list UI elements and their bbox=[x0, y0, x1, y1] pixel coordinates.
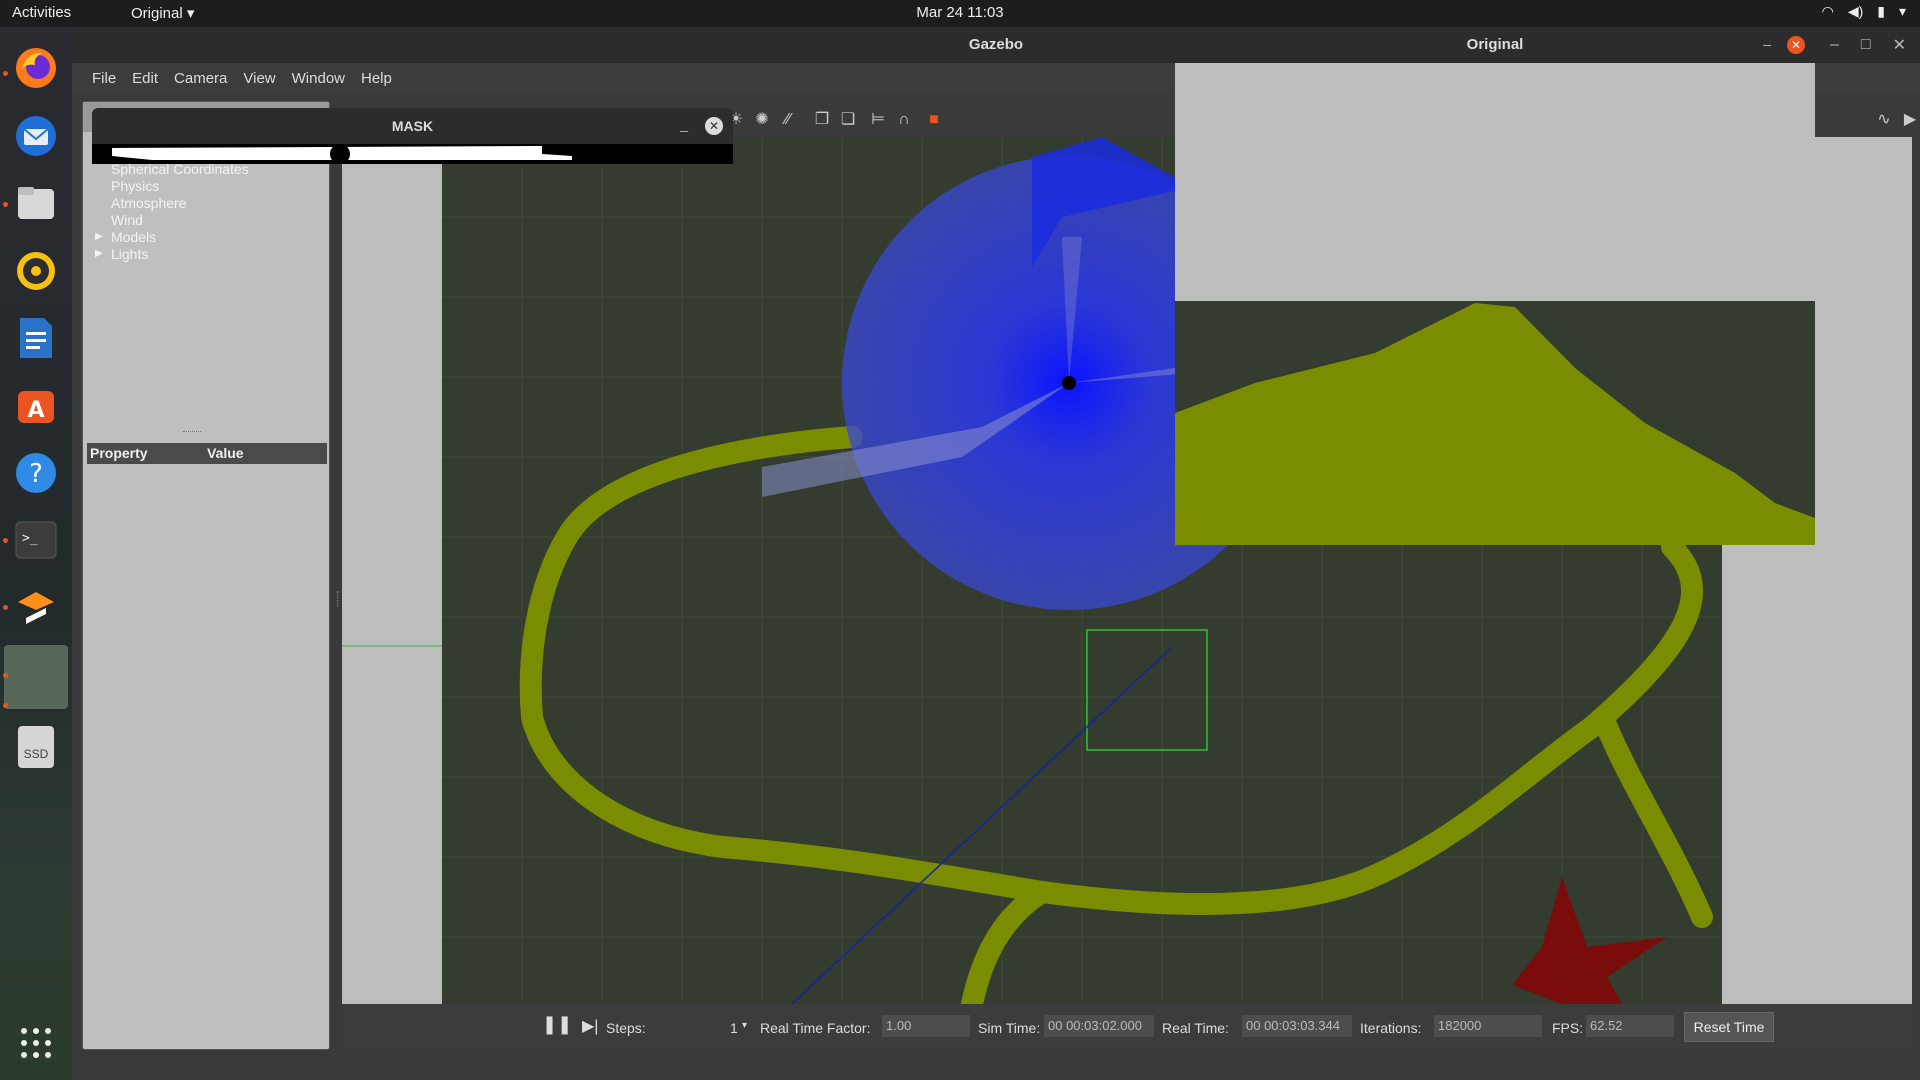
close-icon[interactable]: ✕ bbox=[1787, 36, 1805, 54]
steps-label: Steps: bbox=[606, 1020, 646, 1036]
pause-icon[interactable]: ❚❚ bbox=[542, 1014, 572, 1035]
running-indicator bbox=[3, 703, 8, 708]
libreoffice-writer-icon[interactable] bbox=[10, 312, 62, 364]
world-panel: Spherical Coordinates Physics Atmosphere… bbox=[82, 101, 330, 1050]
expand-arrow-icon[interactable]: ▶ bbox=[95, 248, 103, 259]
iterations-label: Iterations: bbox=[1360, 1020, 1422, 1036]
gazebo-icon[interactable] bbox=[4, 645, 68, 709]
app-grid-icon[interactable] bbox=[10, 1017, 62, 1069]
tree-item-physics[interactable]: Physics bbox=[111, 178, 159, 194]
copy-icon[interactable]: ❐ bbox=[812, 110, 832, 130]
running-indicator bbox=[3, 71, 8, 76]
minimize-icon[interactable]: – bbox=[1763, 27, 1771, 61]
dock: A ? >_ SSD bbox=[0, 27, 72, 1080]
expand-arrow-icon[interactable]: ▶ bbox=[95, 231, 103, 242]
mask-window-title: MASK bbox=[391, 118, 434, 134]
running-indicator bbox=[3, 202, 8, 207]
tree-item-wind[interactable]: Wind bbox=[111, 212, 143, 228]
property-column-header: Property bbox=[90, 445, 148, 461]
rtf-field: 1.00 bbox=[882, 1015, 970, 1037]
panel-splitter[interactable] bbox=[334, 101, 342, 1050]
clock[interactable]: Mar 24 11:03 bbox=[0, 4, 1920, 21]
point-light-icon[interactable]: ✺ bbox=[752, 110, 772, 130]
running-indicator bbox=[3, 538, 8, 543]
wifi-icon: ◠ bbox=[1821, 3, 1834, 19]
rhythmbox-icon[interactable] bbox=[10, 245, 62, 297]
tree-item-models[interactable]: Models bbox=[111, 229, 156, 245]
snap-icon[interactable]: ∩ bbox=[894, 110, 914, 130]
tree-item-lights[interactable]: Lights bbox=[111, 246, 148, 262]
software-center-icon[interactable]: A bbox=[10, 379, 62, 431]
running-indicator bbox=[3, 605, 8, 610]
sublime-text-icon[interactable] bbox=[10, 582, 62, 634]
record-video-icon[interactable]: ▶ bbox=[1900, 110, 1920, 130]
sim-status-bar: ❚❚ ▶| Steps: 1 ▾ Real Time Factor: 1.00 … bbox=[342, 1004, 1912, 1050]
property-table-header: Property Value bbox=[87, 443, 327, 464]
real-time-label: Real Time: bbox=[1162, 1020, 1229, 1036]
real-time-field: 00 00:03:03.344 bbox=[1242, 1015, 1352, 1037]
iterations-field: 182000 bbox=[1434, 1015, 1542, 1037]
menu-edit[interactable]: Edit bbox=[124, 63, 166, 93]
power-menu-icon: ▾ bbox=[1898, 3, 1906, 19]
minimize-icon[interactable]: _ bbox=[680, 108, 688, 140]
reset-time-button[interactable]: Reset Time bbox=[1684, 1012, 1774, 1042]
svg-text:?: ? bbox=[29, 459, 43, 489]
system-tray[interactable]: ◠ ◀) ▮ ▾ bbox=[1822, 3, 1906, 20]
mask-titlebar[interactable]: MASK bbox=[92, 108, 733, 144]
maximize-icon[interactable]: □ bbox=[1861, 36, 1871, 54]
sim-time-label: Sim Time: bbox=[978, 1020, 1041, 1036]
volume-icon: ◀) bbox=[1847, 3, 1864, 19]
firefox-icon[interactable] bbox=[10, 42, 62, 94]
help-icon[interactable]: ? bbox=[10, 447, 62, 499]
tree-item-atmosphere[interactable]: Atmosphere bbox=[111, 195, 186, 211]
menu-help[interactable]: Help bbox=[353, 63, 400, 93]
menu-camera[interactable]: Camera bbox=[166, 63, 235, 93]
menu-window[interactable]: Window bbox=[284, 63, 353, 93]
view-angle-icon[interactable]: ■ bbox=[924, 110, 944, 130]
original-window-title: Original bbox=[1466, 36, 1524, 53]
ssd-label: SSD bbox=[23, 747, 49, 761]
chevron-down-icon[interactable]: ▾ bbox=[742, 1020, 747, 1031]
mask-image bbox=[92, 144, 733, 164]
original-titlebar[interactable]: Original bbox=[1175, 27, 1815, 63]
camera-image bbox=[1175, 63, 1815, 545]
running-indicator bbox=[3, 673, 8, 678]
battery-icon: ▮ bbox=[1877, 3, 1885, 19]
terminal-icon[interactable]: >_ bbox=[10, 514, 62, 566]
sim-time-field: 00 00:03:02.000 bbox=[1044, 1015, 1154, 1037]
menu-view[interactable]: View bbox=[235, 63, 283, 93]
rtf-label: Real Time Factor: bbox=[760, 1020, 871, 1036]
svg-text:A: A bbox=[27, 398, 44, 423]
minimize-icon[interactable]: – bbox=[1830, 36, 1839, 54]
window-title: Gazebo bbox=[968, 36, 1024, 53]
panel-splitter-handle[interactable] bbox=[183, 431, 201, 432]
plot-icon[interactable]: ∿ bbox=[1874, 110, 1894, 130]
files-icon[interactable] bbox=[10, 177, 62, 229]
top-bar: Activities Original ▾ Mar 24 11:03 ◠ ◀) … bbox=[0, 0, 1920, 27]
steps-value[interactable]: 1 bbox=[730, 1020, 738, 1036]
step-icon[interactable]: ▶| bbox=[582, 1016, 598, 1036]
align-icon[interactable]: ⊨ bbox=[868, 110, 888, 130]
svg-text:>_: >_ bbox=[22, 531, 38, 546]
ssd-drive-icon[interactable]: SSD bbox=[10, 721, 62, 773]
mask-window: MASK _ ✕ bbox=[92, 108, 733, 164]
fps-field: 62.52 bbox=[1586, 1015, 1674, 1037]
close-icon[interactable]: ✕ bbox=[705, 117, 723, 135]
fps-label: FPS: bbox=[1552, 1020, 1584, 1036]
menu-file[interactable]: File bbox=[84, 63, 124, 93]
paste-icon[interactable]: ❏ bbox=[838, 110, 858, 130]
window-controls: – □ ✕ bbox=[1830, 27, 1920, 63]
original-window: Original – ✕ bbox=[1175, 27, 1815, 545]
thunderbird-icon[interactable] bbox=[10, 110, 62, 162]
value-column-header: Value bbox=[207, 445, 244, 461]
close-icon[interactable]: ✕ bbox=[1893, 35, 1906, 55]
spot-light-icon[interactable]: ⁄⁄ bbox=[778, 110, 798, 130]
